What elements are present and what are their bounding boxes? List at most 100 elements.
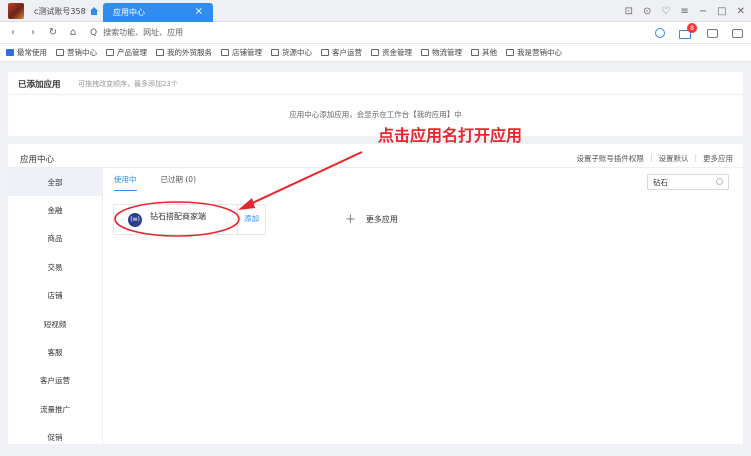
avatar [8,3,24,19]
add-app-button[interactable]: 添加 [238,204,266,235]
account-name: c测试账号358 [34,6,86,16]
bookmark-bar: 最常使用 营销中心 产品管理 我的外贸服务 店铺管理 货源中心 客户运营 资金管… [0,44,751,62]
message-icon[interactable]: 8 [679,23,697,39]
app-center-panel: 应用中心 设置子账号插件权限 | 设置默认 | 更多应用 全部 金融 商品 交易… [8,144,743,444]
home-icon [90,7,98,15]
lock-icon[interactable] [732,28,743,38]
sidebar-item-all[interactable]: 全部 [8,168,102,197]
folder-icon [471,49,479,56]
folder-icon [56,49,64,56]
search-value: 钻石 [653,177,668,187]
bookmark-item[interactable]: 最常使用 [6,47,47,58]
favorite-icon[interactable]: ♡ [661,6,670,17]
address-bar: ‹ › ↻ ⌂ Q 搜索功能、网址、应用 8 [0,22,751,44]
app-logo-icon: (w) [128,212,142,227]
added-apps-panel: 已添加应用 可拖拽改变顺序，最多添加23个 应用中心添加应用，会显示在工作台【我… [8,72,743,136]
app-center-links: 设置子账号插件权限 | 设置默认 | 更多应用 [576,153,733,164]
forward-icon[interactable]: › [26,27,40,38]
sub-account-permission-link[interactable]: 设置子账号插件权限 [576,153,644,164]
bookmark-label: 其他 [482,48,497,57]
address-input[interactable]: Q 搜索功能、网址、应用 [90,25,560,41]
sidebar-item-traffic[interactable]: 流量推广 [8,395,102,423]
bookmark-label: 客户运营 [332,48,362,57]
search-icon[interactable] [716,178,723,185]
close-window-icon[interactable]: ✕ [737,6,745,17]
bookmark-item[interactable]: 我是营销中心 [506,47,562,58]
address-placeholder: 搜索功能、网址、应用 [103,28,184,37]
bookmark-label: 物流管理 [432,48,462,57]
tab-close-icon[interactable]: × [195,6,203,17]
sidebar-item-shop[interactable]: 店铺 [8,282,102,310]
bookmark-item[interactable]: 我的外贸服务 [156,47,212,58]
window-controls: ⊡ ⊙ ♡ ≡ − □ ✕ [625,3,745,19]
back-icon[interactable]: ‹ [6,27,20,38]
sidebar-item-short-video[interactable]: 短视频 [8,310,102,338]
folder-icon [271,49,279,56]
toolbar-right: 8 [655,23,743,41]
folder-icon [221,49,229,56]
status-circle-icon[interactable] [655,28,665,38]
tab-app-center[interactable]: 应用中心 × [103,3,213,22]
bookmark-item[interactable]: 资金管理 [371,47,412,58]
title-tab-bar: c测试账号358 应用中心 × ⊡ ⊙ ♡ ≡ − □ ✕ [0,0,751,22]
refresh-icon[interactable]: ↻ [46,27,60,38]
bookmark-item[interactable]: 客户运营 [321,47,362,58]
app-search-input[interactable]: 钻石 [647,174,729,190]
bookmark-item[interactable]: 其他 [471,47,497,58]
annotation-text: 点击应用名打开应用 [378,126,523,145]
sidebar-item-promotion[interactable]: 促销 [8,424,102,452]
added-apps-empty-text: 应用中心添加应用，会显示在工作台【我的应用】中 [289,110,462,119]
bookmark-label: 最常使用 [17,48,47,57]
sidebar-item-finance[interactable]: 金融 [8,196,102,224]
bookmark-item[interactable]: 店铺管理 [221,47,262,58]
app-center-title: 应用中心 [20,155,55,165]
bookmark-label: 营销中心 [67,48,97,57]
added-apps-title: 已添加应用 [18,80,61,90]
minimize-icon[interactable]: − [699,6,707,17]
home-tab[interactable] [86,3,102,19]
account-tab[interactable]: c测试账号358 [0,0,86,22]
divider [8,94,743,95]
bookmark-item[interactable]: 货源中心 [271,47,312,58]
bookmark-label: 资金管理 [382,48,412,57]
folder-icon [421,49,429,56]
more-apps-link[interactable]: 更多应用 [703,153,733,164]
maximize-icon[interactable]: □ [717,6,726,17]
divider [8,167,743,168]
bookmark-label: 我是营销中心 [517,48,562,57]
sidebar-item-customer-service[interactable]: 客服 [8,338,102,366]
bookmark-label: 店铺管理 [232,48,262,57]
separator: | [649,153,653,162]
help-icon[interactable]: ⊙ [643,6,651,17]
folder-icon [6,49,14,56]
folder-icon [321,49,329,56]
sidebar-item-goods[interactable]: 商品 [8,225,102,253]
app-status-tabs: 使用中 已过期 (0) [114,174,196,191]
category-sidebar: 全部 金融 商品 交易 店铺 短视频 客服 客户运营 流量推广 促销 [8,168,103,444]
set-default-link[interactable]: 设置默认 [658,153,688,164]
more-apps-button[interactable]: + 更多应用 [345,213,398,226]
plus-icon: + [345,212,356,227]
tab-app-center-label: 应用中心 [113,8,145,17]
app-card[interactable]: (w) 钻石搭配商家端 [113,204,238,235]
app-name-link[interactable]: 钻石搭配商家端 [150,211,206,222]
message-badge: 8 [687,23,697,33]
menu-icon[interactable]: ≡ [680,6,688,17]
bookmark-label: 货源中心 [282,48,312,57]
tab-expired[interactable]: 已过期 (0) [161,174,197,191]
bookmark-item[interactable]: 产品管理 [106,47,147,58]
search-icon: Q [90,27,98,38]
home-page-icon[interactable]: ⌂ [66,27,80,38]
bookmark-item[interactable]: 营销中心 [56,47,97,58]
folder-icon [371,49,379,56]
more-apps-label: 更多应用 [365,215,398,224]
sidebar-item-customer-ops[interactable]: 客户运营 [8,367,102,395]
sidebar-item-trade[interactable]: 交易 [8,253,102,281]
tab-in-use[interactable]: 使用中 [114,174,137,191]
bookmark-item[interactable]: 物流管理 [421,47,462,58]
folder-icon [156,49,164,56]
window-icon[interactable] [707,28,718,38]
screenshot-icon[interactable]: ⊡ [625,6,633,17]
separator: | [694,153,697,162]
folder-icon [106,49,114,56]
